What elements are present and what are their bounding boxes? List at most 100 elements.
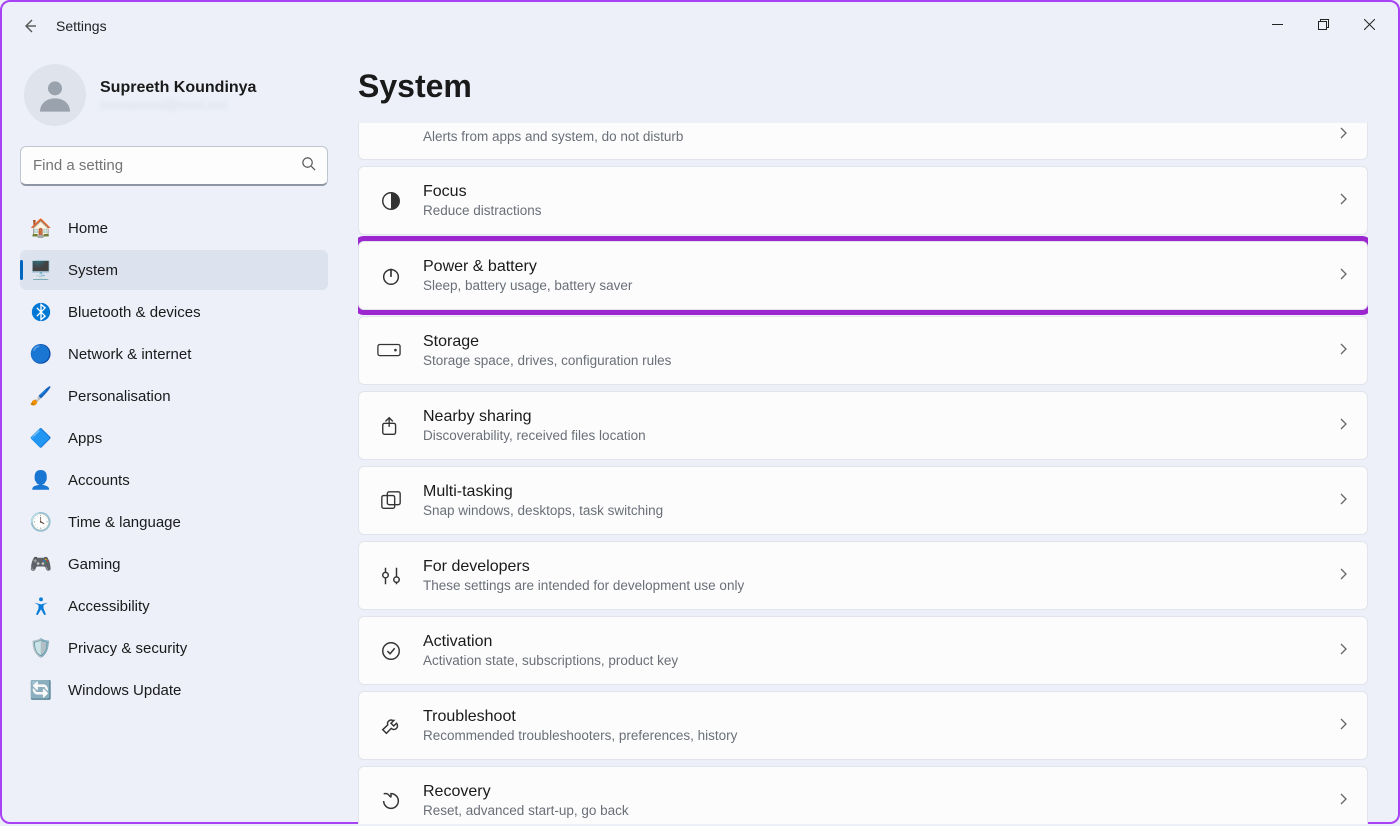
nav-list: 🏠 Home 🖥️System Bluetooth & devices 🔵 Network… (20, 206, 328, 712)
chevron-right-icon (1337, 567, 1349, 585)
gaming-icon: 🎮 (30, 553, 52, 575)
card-subtitle: Alerts from apps and system, do not dist… (423, 129, 1337, 144)
card-developers[interactable]: For developers These settings are intend… (358, 541, 1368, 610)
card-title: Focus (423, 183, 1337, 201)
nav-item-label: Gaming (68, 556, 121, 573)
privacy-icon: 🛡️ (30, 637, 52, 659)
card-title: Multi-tasking (423, 483, 1337, 501)
card-subtitle: Reduce distractions (423, 203, 1337, 218)
search-input[interactable] (20, 146, 328, 186)
minimize-button[interactable] (1254, 8, 1300, 40)
card-title: Storage (423, 333, 1337, 351)
nav-item-label: Bluetooth & devices (68, 304, 201, 321)
window-controls (1254, 8, 1392, 40)
nav-item-label: Windows Update (68, 682, 181, 699)
settings-cards: Notifications Alerts from apps and syste… (358, 123, 1368, 824)
card-subtitle: Sleep, battery usage, battery saver (423, 278, 1337, 293)
nav-item-bluetooth[interactable]: Bluetooth & devices (20, 292, 328, 332)
apps-icon: 🔷 (30, 427, 52, 449)
card-notifications[interactable]: Notifications Alerts from apps and syste… (358, 123, 1368, 160)
chevron-right-icon (1337, 417, 1349, 435)
update-icon: 🔄 (30, 679, 52, 701)
user-email-blurred: xxxxxxxxxx@xxxx.xxx (100, 97, 256, 112)
multitask-icon (379, 489, 403, 513)
user-name: Supreeth Koundinya (100, 79, 256, 97)
nav-item-label: Network & internet (68, 346, 191, 363)
chevron-right-icon (1337, 342, 1349, 360)
card-title: Nearby sharing (423, 408, 1337, 426)
developer-icon (379, 564, 403, 588)
bluetooth-icon (30, 301, 52, 323)
nav-item-personalisation[interactable]: 🖌️ Personalisation (20, 376, 328, 416)
focus-icon (379, 189, 403, 213)
card-subtitle: Discoverability, received files location (423, 428, 1337, 443)
nav-item-label: Privacy & security (68, 640, 187, 657)
sidebar: Supreeth Koundinya xxxxxxxxxx@xxxx.xxx 🏠… (2, 50, 340, 826)
nav-item-system[interactable]: 🖥️System (20, 250, 328, 290)
card-title: Power & battery (423, 258, 1337, 276)
chevron-right-icon (1337, 792, 1349, 810)
home-icon: 🏠 (30, 217, 52, 239)
card-storage[interactable]: Storage Storage space, drives, configura… (358, 316, 1368, 385)
search-icon (301, 156, 316, 176)
card-focus[interactable]: Focus Reduce distractions (358, 166, 1368, 235)
nav-item-label: Personalisation (68, 388, 171, 405)
card-activation[interactable]: Activation Activation state, subscriptio… (358, 616, 1368, 685)
page-title: System (358, 68, 1368, 105)
chevron-right-icon (1337, 192, 1349, 210)
network-icon: 🔵 (30, 343, 52, 365)
chevron-right-icon (1337, 267, 1349, 285)
card-subtitle: Snap windows, desktops, task switching (423, 503, 1337, 518)
card-title: Recovery (423, 783, 1337, 801)
recovery-icon (379, 789, 403, 813)
card-recovery[interactable]: Recovery Reset, advanced start-up, go ba… (358, 766, 1368, 824)
chevron-right-icon (1337, 492, 1349, 510)
card-title: Troubleshoot (423, 708, 1337, 726)
card-troubleshoot[interactable]: Troubleshoot Recommended troubleshooters… (358, 691, 1368, 760)
nav-item-update[interactable]: 🔄 Windows Update (20, 670, 328, 710)
card-subtitle: These settings are intended for developm… (423, 578, 1337, 593)
card-subtitle: Activation state, subscriptions, product… (423, 653, 1337, 668)
nav-item-apps[interactable]: 🔷 Apps (20, 418, 328, 458)
card-subtitle: Recommended troubleshooters, preferences… (423, 728, 1337, 743)
nav-item-time[interactable]: 🕓 Time & language (20, 502, 328, 542)
avatar (24, 64, 86, 126)
wrench-icon (379, 714, 403, 738)
nav-item-network[interactable]: 🔵 Network & internet (20, 334, 328, 374)
nav-item-privacy[interactable]: 🛡️ Privacy & security (20, 628, 328, 668)
card-multitasking[interactable]: Multi-tasking Snap windows, desktops, ta… (358, 466, 1368, 535)
user-account-row[interactable]: Supreeth Koundinya xxxxxxxxxx@xxxx.xxx (20, 64, 328, 126)
check-circle-icon (379, 639, 403, 663)
chevron-right-icon (1337, 642, 1349, 660)
card-title: Activation (423, 633, 1337, 651)
nav-item-label: Home (68, 220, 108, 237)
nav-item-home[interactable]: 🏠 Home (20, 208, 328, 248)
nav-item-label: Apps (68, 430, 102, 447)
nav-item-label: Time & language (68, 514, 181, 531)
chevron-right-icon (1337, 717, 1349, 735)
system-icon: 🖥️ (30, 259, 52, 281)
maximize-button[interactable] (1300, 8, 1346, 40)
close-button[interactable] (1346, 8, 1392, 40)
time-icon: 🕓 (30, 511, 52, 533)
nav-item-accounts[interactable]: 👤 Accounts (20, 460, 328, 500)
power-icon (379, 264, 403, 288)
card-title: For developers (423, 558, 1337, 576)
notifications-icon (379, 123, 403, 147)
back-button[interactable] (20, 16, 40, 36)
nav-item-gaming[interactable]: 🎮 Gaming (20, 544, 328, 584)
main-content: System Notifications Alerts from apps an… (340, 50, 1398, 826)
card-nearby-sharing[interactable]: Nearby sharing Discoverability, received… (358, 391, 1368, 460)
nav-item-label: Accounts (68, 472, 130, 489)
chevron-right-icon (1337, 126, 1349, 144)
accounts-icon: 👤 (30, 469, 52, 491)
app-title: Settings (56, 18, 107, 34)
nav-item-accessibility[interactable]: Accessibility (20, 586, 328, 626)
nav-item-label: Accessibility (68, 598, 150, 615)
card-power-battery[interactable]: Power & battery Sleep, battery usage, ba… (358, 241, 1368, 310)
titlebar: Settings (2, 2, 1398, 50)
share-icon (379, 414, 403, 438)
card-subtitle: Reset, advanced start-up, go back (423, 803, 1337, 818)
personalisation-icon: 🖌️ (30, 385, 52, 407)
storage-icon (377, 339, 401, 363)
